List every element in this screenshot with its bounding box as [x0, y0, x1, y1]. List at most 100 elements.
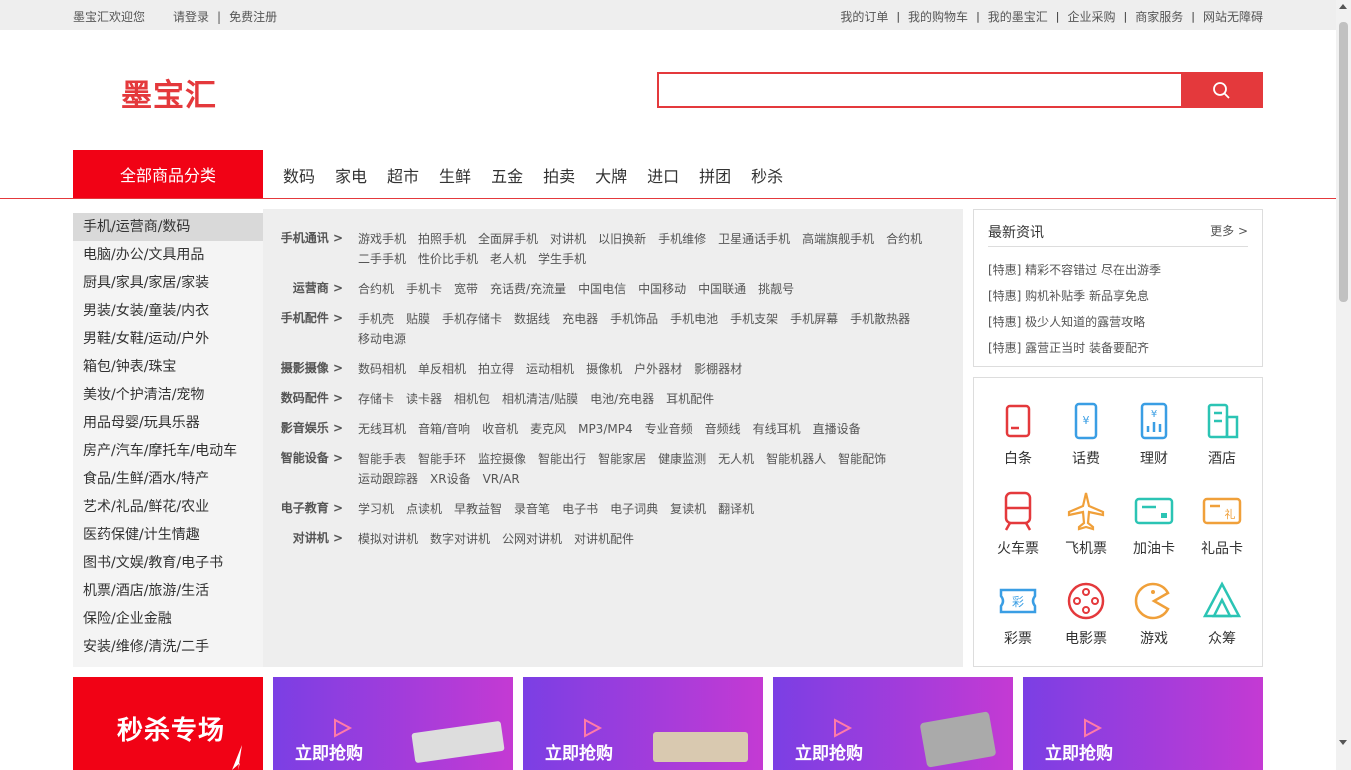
- login-link[interactable]: 请登录: [173, 8, 209, 25]
- nav-item[interactable]: 秒杀: [751, 163, 783, 187]
- promo-card[interactable]: 立即抢购: [773, 677, 1013, 770]
- flyout-link[interactable]: MP3/MP4: [578, 419, 633, 439]
- my-account-link[interactable]: 我的墨宝汇: [988, 8, 1048, 25]
- scroll-up-arrow[interactable]: [1339, 4, 1347, 9]
- category-item[interactable]: 机票/酒店/旅游/生活: [73, 577, 263, 605]
- flyout-link[interactable]: 相机包: [454, 389, 490, 409]
- flyout-link[interactable]: 合约机: [358, 279, 394, 299]
- flyout-link[interactable]: 学生手机: [538, 249, 586, 269]
- my-cart-link[interactable]: 我的购物车: [908, 8, 968, 25]
- flyout-link[interactable]: 合约机: [886, 229, 922, 249]
- site-logo[interactable]: 墨宝汇: [121, 70, 217, 115]
- flyout-link[interactable]: 智能配饰: [838, 449, 886, 469]
- flyout-link[interactable]: 学习机: [358, 499, 394, 519]
- nav-item[interactable]: 家电: [335, 163, 367, 187]
- flyout-link[interactable]: 数码相机: [358, 359, 406, 379]
- flyout-link[interactable]: 贴膜: [406, 309, 430, 329]
- category-item[interactable]: 用品母婴/玩具乐器: [73, 409, 263, 437]
- flyout-link[interactable]: 拍立得: [478, 359, 514, 379]
- flyout-link[interactable]: 收音机: [482, 419, 518, 439]
- flyout-link[interactable]: 早教益智: [454, 499, 502, 519]
- flyout-row-title[interactable]: 手机配件 >: [263, 309, 358, 349]
- flyout-link[interactable]: 对讲机配件: [574, 529, 634, 549]
- flyout-row-title[interactable]: 摄影摄像 >: [263, 359, 358, 379]
- flyout-link[interactable]: 麦克风: [530, 419, 566, 439]
- flyout-row-title[interactable]: 智能设备 >: [263, 449, 358, 489]
- category-item[interactable]: 美妆/个护清洁/宠物: [73, 381, 263, 409]
- service-phone-bill[interactable]: ¥ 话费: [1052, 400, 1120, 468]
- category-item[interactable]: 男装/女装/童装/内衣: [73, 297, 263, 325]
- accessibility-link[interactable]: 网站无障碍: [1203, 8, 1263, 25]
- nav-item[interactable]: 拍卖: [543, 163, 575, 187]
- flyout-link[interactable]: 智能出行: [538, 449, 586, 469]
- flyout-link[interactable]: 老人机: [490, 249, 526, 269]
- nav-item[interactable]: 拼团: [699, 163, 731, 187]
- category-item[interactable]: 医药保健/计生情趣: [73, 521, 263, 549]
- category-item[interactable]: 图书/文娱/教育/电子书: [73, 549, 263, 577]
- category-item[interactable]: 房产/汽车/摩托车/电动车: [73, 437, 263, 465]
- flyout-link[interactable]: 电池/充电器: [590, 389, 654, 409]
- flyout-row-title[interactable]: 运营商 >: [263, 279, 358, 299]
- flyout-link[interactable]: 性价比手机: [418, 249, 478, 269]
- flyout-link[interactable]: 相机清洁/贴膜: [502, 389, 578, 409]
- nav-item[interactable]: 五金: [491, 163, 523, 187]
- nav-item[interactable]: 数码: [283, 163, 315, 187]
- flyout-link[interactable]: 数字对讲机: [430, 529, 490, 549]
- service-hotel[interactable]: 酒店: [1188, 400, 1256, 468]
- category-item[interactable]: 电脑/办公/文具用品: [73, 241, 263, 269]
- service-train[interactable]: 火车票: [984, 490, 1052, 558]
- flyout-link[interactable]: 存储卡: [358, 389, 394, 409]
- flyout-link[interactable]: 监控摄像: [478, 449, 526, 469]
- flyout-link[interactable]: 手机卡: [406, 279, 442, 299]
- flyout-link[interactable]: 模拟对讲机: [358, 529, 418, 549]
- flyout-link[interactable]: 以旧换新: [598, 229, 646, 249]
- flyout-link[interactable]: 专业音频: [645, 419, 693, 439]
- flyout-link[interactable]: 手机壳: [358, 309, 394, 329]
- flyout-link[interactable]: 音箱/音响: [418, 419, 470, 439]
- news-item[interactable]: [特惠] 购机补贴季 新品享免息: [988, 286, 1161, 312]
- news-more-link[interactable]: 更多 >: [1210, 222, 1248, 246]
- flyout-link[interactable]: 卫星通话手机: [718, 229, 790, 249]
- search-input[interactable]: [659, 74, 1185, 106]
- scroll-down-arrow[interactable]: [1339, 740, 1347, 745]
- flyout-link[interactable]: 电子词典: [610, 499, 658, 519]
- nav-item[interactable]: 大牌: [595, 163, 627, 187]
- nav-item[interactable]: 超市: [387, 163, 419, 187]
- flyout-link[interactable]: 手机电池: [670, 309, 718, 329]
- flyout-link[interactable]: 无人机: [718, 449, 754, 469]
- flyout-link[interactable]: 数据线: [514, 309, 550, 329]
- category-item[interactable]: 箱包/钟表/珠宝: [73, 353, 263, 381]
- flyout-link[interactable]: VR/AR: [483, 469, 520, 489]
- flyout-link[interactable]: 智能家居: [598, 449, 646, 469]
- flyout-link[interactable]: 手机散热器: [850, 309, 910, 329]
- flyout-row-title[interactable]: 数码配件 >: [263, 389, 358, 409]
- flyout-link[interactable]: 智能手表: [358, 449, 406, 469]
- nav-item[interactable]: 生鲜: [439, 163, 471, 187]
- flyout-link[interactable]: 手机存储卡: [442, 309, 502, 329]
- category-item[interactable]: 艺术/礼品/鲜花/农业: [73, 493, 263, 521]
- category-item[interactable]: 手机/运营商/数码: [73, 213, 263, 241]
- register-link[interactable]: 免费注册: [229, 8, 277, 25]
- flyout-link[interactable]: 中国移动: [638, 279, 686, 299]
- flyout-link[interactable]: 高端旗舰手机: [802, 229, 874, 249]
- flyout-link[interactable]: 耳机配件: [666, 389, 714, 409]
- flyout-link[interactable]: 运动跟踪器: [358, 469, 418, 489]
- flyout-link[interactable]: 充话费/充流量: [490, 279, 566, 299]
- flyout-link[interactable]: 手机饰品: [610, 309, 658, 329]
- flyout-link[interactable]: 智能机器人: [766, 449, 826, 469]
- promo-card[interactable]: 立即抢购: [273, 677, 513, 770]
- flyout-link[interactable]: 拍照手机: [418, 229, 466, 249]
- promo-card[interactable]: 立即抢购: [523, 677, 763, 770]
- category-item[interactable]: 安装/维修/清洗/二手: [73, 633, 263, 661]
- service-plane[interactable]: 飞机票: [1052, 490, 1120, 558]
- service-lottery[interactable]: 彩彩票: [984, 580, 1052, 648]
- flyout-link[interactable]: 手机屏幕: [790, 309, 838, 329]
- flyout-link[interactable]: 户外器材: [634, 359, 682, 379]
- flyout-link[interactable]: 读卡器: [406, 389, 442, 409]
- flyout-link[interactable]: 翻译机: [718, 499, 754, 519]
- category-item[interactable]: 保险/企业金融: [73, 605, 263, 633]
- flyout-link[interactable]: 无线耳机: [358, 419, 406, 439]
- scrollbar[interactable]: [1336, 0, 1351, 770]
- flyout-row-title[interactable]: 对讲机 >: [263, 529, 358, 549]
- service-finance[interactable]: ¥ 理财: [1120, 400, 1188, 468]
